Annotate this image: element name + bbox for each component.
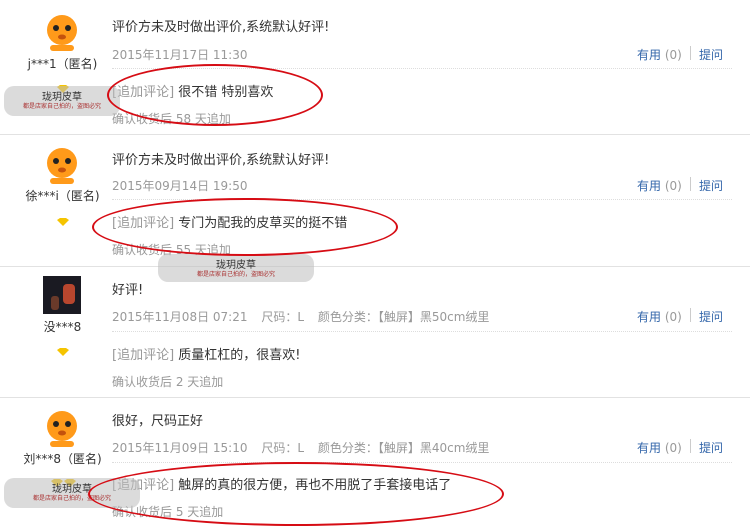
highlight-oval: [88, 462, 504, 526]
action-separator: [690, 439, 691, 453]
review-separator: [0, 397, 750, 398]
username[interactable]: j***1（匿名): [0, 55, 125, 72]
review-datetime: 2015年11月09日 15:10: [112, 441, 248, 455]
member-level-icon: [57, 211, 69, 226]
action-separator: [690, 177, 691, 191]
ask-question-link[interactable]: 提问: [699, 308, 723, 325]
useful-button[interactable]: 有用 (0): [637, 308, 682, 325]
divider: [112, 331, 732, 332]
append-tag: [追加评论]: [112, 348, 175, 363]
useful-button[interactable]: 有用 (0): [637, 46, 682, 63]
user-avatar-icon[interactable]: [42, 408, 82, 448]
ask-question-link[interactable]: 提问: [699, 177, 723, 194]
username[interactable]: 徐***i（匿名): [0, 187, 125, 204]
useful-label: 有用: [637, 441, 662, 455]
photo-detail: [63, 284, 75, 304]
useful-button[interactable]: 有用 (0): [637, 177, 682, 194]
review-meta: 2015年11月08日 07:21 尺码：L 颜色分类：【触屏】黑50cm绒里: [112, 308, 499, 325]
review-meta: 2015年09月14日 19:50: [112, 177, 257, 194]
append-when: 确认收货后 2 天追加: [112, 375, 224, 389]
append-comment: [追加评论] 质量杠杠的，很喜欢!: [112, 344, 301, 363]
review-meta: 2015年11月17日 11:30: [112, 46, 257, 63]
shop-watermark: 珑玥皮草 都是店家自己拍的，盗图必究: [158, 254, 314, 282]
user-avatar-icon[interactable]: [42, 12, 82, 52]
review-content: 评价方未及时做出评价,系统默认好评!: [112, 153, 330, 168]
useful-count: (0): [664, 441, 682, 455]
useful-label: 有用: [637, 179, 662, 193]
review-content: 很好，尺码正好: [112, 414, 204, 429]
highlight-oval: [92, 198, 398, 256]
user-avatar-photo[interactable]: [43, 276, 81, 314]
useful-count: (0): [664, 310, 682, 324]
useful-label: 有用: [637, 48, 662, 62]
watermark-subtitle: 都是店家自己拍的，盗图必究: [196, 271, 275, 278]
watermark-subtitle: 都是店家自己拍的，盗图必究: [22, 103, 101, 110]
member-level-icon: [57, 78, 69, 93]
review-datetime: 2015年11月17日 11:30: [112, 48, 248, 62]
member-level-icon: [57, 341, 69, 356]
review-content: 好评!: [112, 283, 144, 298]
action-separator: [690, 308, 691, 322]
useful-label: 有用: [637, 310, 662, 324]
review-size: 尺码：L: [261, 441, 304, 455]
review-content: 评价方未及时做出评价,系统默认好评!: [112, 20, 330, 35]
shop-watermark: 珑玥皮草 都是店家自己拍的，盗图必究: [4, 86, 120, 116]
review-color: 颜色分类：【触屏】黑50cm绒里: [317, 310, 490, 324]
useful-button[interactable]: 有用 (0): [637, 439, 682, 456]
useful-count: (0): [664, 48, 682, 62]
photo-detail: [51, 296, 59, 310]
ask-question-link[interactable]: 提问: [699, 439, 723, 456]
review-color: 颜色分类：【触屏】黑40cm绒里: [317, 441, 490, 455]
username[interactable]: 刘***8（匿名): [0, 450, 125, 467]
review-datetime: 2015年09月14日 19:50: [112, 179, 248, 193]
review-size: 尺码：L: [261, 310, 304, 324]
ask-question-link[interactable]: 提问: [699, 46, 723, 63]
append-text: 质量杠杠的，很喜欢!: [178, 348, 301, 363]
user-avatar-icon[interactable]: [42, 145, 82, 185]
action-separator: [690, 46, 691, 60]
useful-count: (0): [664, 179, 682, 193]
divider: [112, 462, 732, 463]
username[interactable]: 没***8: [0, 318, 125, 335]
highlight-oval: [107, 64, 323, 126]
review-separator: [0, 134, 750, 135]
review-separator: [0, 266, 750, 267]
review-datetime: 2015年11月08日 07:21: [112, 310, 248, 324]
review-meta: 2015年11月09日 15:10 尺码：L 颜色分类：【触屏】黑40cm绒里: [112, 439, 499, 456]
